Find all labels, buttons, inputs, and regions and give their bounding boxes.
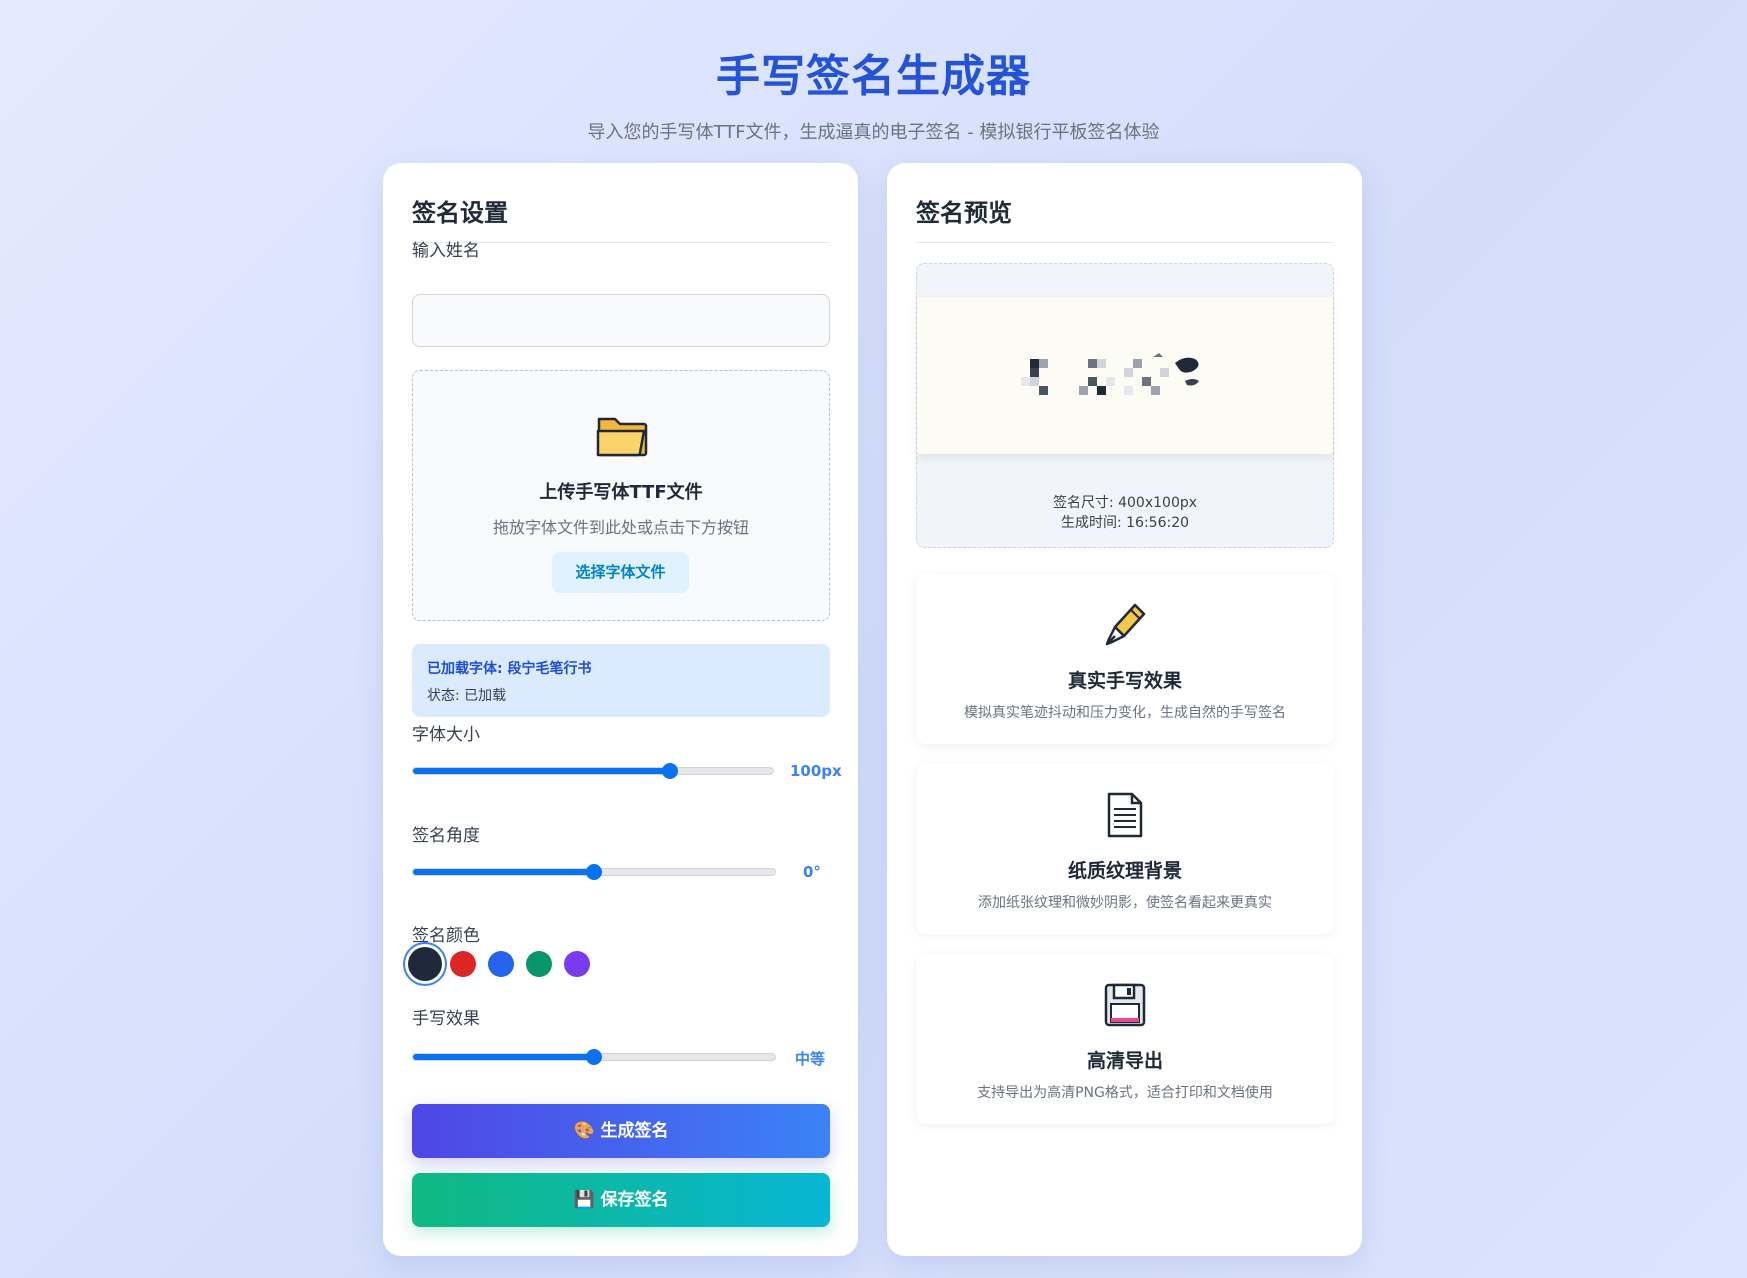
loaded-font-text: 已加载字体: 段宁毛笔行书 [427,661,592,677]
folder-icon [596,417,648,457]
font-size-label: 字体大小 [412,725,480,745]
angle-label: 签名角度 [412,826,480,846]
settings-panel: 签名设置 输入姓名 上传手写体TTF文件 拖放字体文件到此处或点击下方按钮 选择… [383,163,858,1256]
save-signature-button[interactable]: 💾 保存签名 [412,1173,830,1227]
feature-title: 真实手写效果 [1067,670,1182,692]
effect-slider[interactable] [412,1049,776,1065]
effect-value: 中等 [795,1050,826,1068]
font-status-text: 状态: 已加载 [427,688,507,704]
font-size-slider[interactable] [412,763,774,779]
feature-desc: 模拟真实笔迹抖动和压力变化，生成自然的手写签名 [964,705,1286,721]
feature-title: 纸质纹理背景 [1067,860,1182,882]
font-info-box: 已加载字体: 段宁毛笔行书 状态: 已加载 [412,644,830,717]
signature-size-text: 签名尺寸: 400x100px [1052,495,1198,511]
generation-time-text: 生成时间: 16:56:20 [1060,515,1190,531]
feature-card-realistic: 真实手写效果 模拟真实笔迹抖动和压力变化，生成自然的手写签名 [916,574,1334,744]
color-label: 签名颜色 [412,926,480,946]
feature-desc: 添加纸张纹理和微妙阴影，使签名看起来更真实 [978,895,1272,911]
fountain-pen-icon [1105,603,1146,646]
page-title: 手写签名生成器 [716,51,1031,102]
angle-slider-fill [413,869,594,875]
name-input[interactable] [412,294,830,347]
floppy-disk-icon [1104,983,1146,1027]
upload-title: 上传手写体TTF文件 [539,482,703,503]
color-swatch-green[interactable] [526,951,552,977]
document-icon [1107,792,1143,838]
color-swatch-blue[interactable] [488,951,514,977]
upload-hint: 拖放字体文件到此处或点击下方按钮 [492,518,749,537]
generate-signature-button[interactable]: 🎨 生成签名 [412,1104,830,1158]
color-swatch-navy[interactable] [408,947,442,981]
angle-slider[interactable] [412,864,776,880]
effect-label: 手写效果 [412,1009,480,1029]
preview-meta: 签名尺寸: 400x100px 生成时间: 16:56:20 [917,493,1333,533]
feature-card-export: 高清导出 支持导出为高清PNG格式，适合打印和文档使用 [916,954,1334,1124]
angle-slider-thumb[interactable] [586,864,602,880]
font-size-slider-thumb[interactable] [662,763,679,779]
feature-title: 高清导出 [1086,1050,1163,1072]
font-size-value: 100px [790,762,842,780]
signature-strokes [1021,353,1199,395]
signature-canvas [917,297,1333,454]
preview-panel: 签名预览 签名尺寸: 400x100px 生成时间: 16:56:20 真实手写… [887,163,1362,1256]
font-upload-dropzone[interactable]: 上传手写体TTF文件 拖放字体文件到此处或点击下方按钮 选择字体文件 [412,370,830,621]
signature-preview-area: 签名尺寸: 400x100px 生成时间: 16:56:20 [916,263,1334,548]
page-subtitle: 导入您的手写体TTF文件，生成逼真的电子签名 - 模拟银行平板签名体验 [587,122,1160,143]
effect-slider-thumb[interactable] [586,1049,602,1065]
angle-value: 0° [803,863,821,881]
choose-font-button[interactable]: 选择字体文件 [552,552,689,593]
preview-title: 签名预览 [916,193,1334,243]
page-header: 手写签名生成器 导入您的手写体TTF文件，生成逼真的电子签名 - 模拟银行平板签… [0,40,1747,144]
color-swatch-purple[interactable] [564,951,590,977]
feature-card-paper: 纸质纹理背景 添加纸张纹理和微妙阴影，使签名看起来更真实 [916,764,1334,934]
effect-slider-fill [413,1054,594,1060]
name-label: 输入姓名 [412,241,480,261]
feature-desc: 支持导出为高清PNG格式，适合打印和文档使用 [977,1085,1273,1101]
font-size-slider-fill [413,768,671,774]
color-swatch-red[interactable] [450,951,476,977]
